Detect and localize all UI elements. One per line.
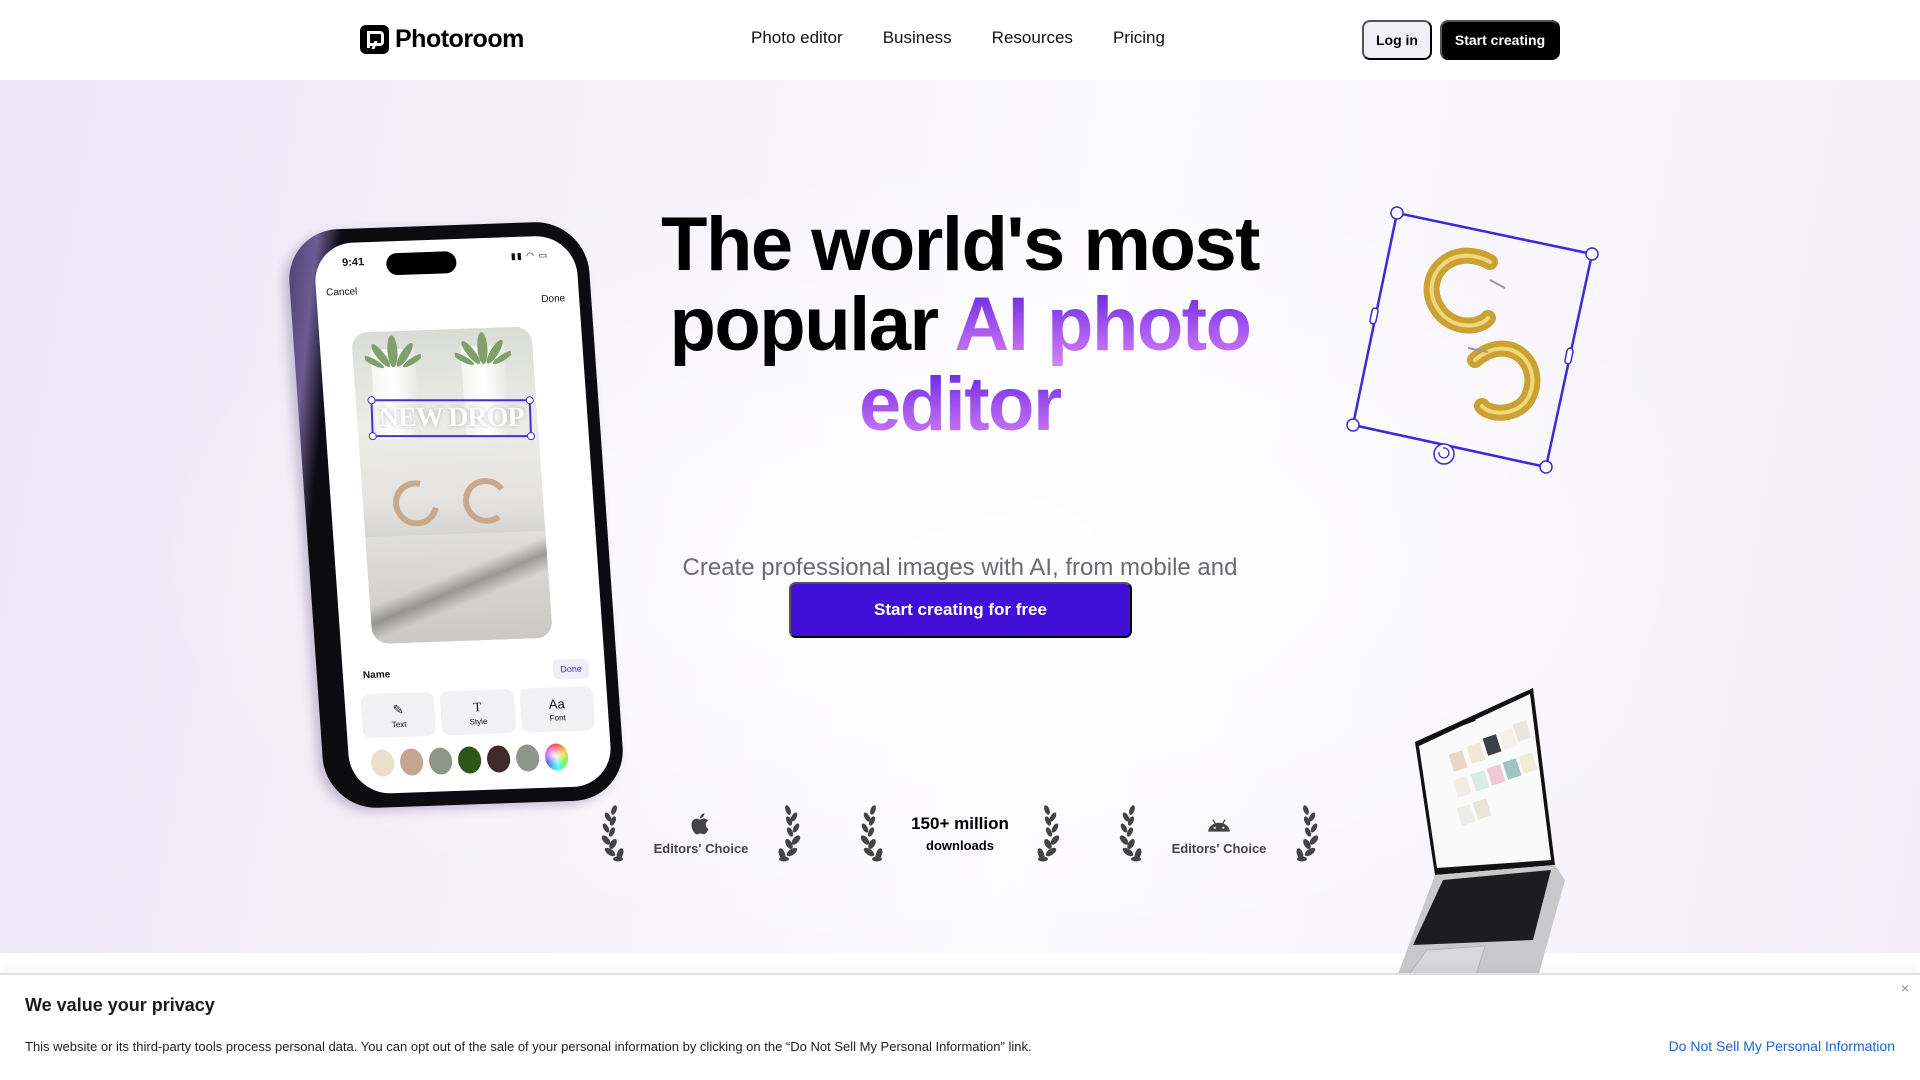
earrings-selection-box <box>1346 206 1599 474</box>
nav-link-resources[interactable]: Resources <box>992 28 1073 48</box>
color-swatch <box>370 749 396 777</box>
apple-editors-choice-badge: Editors' Choice <box>598 798 804 868</box>
start-creating-for-free-button[interactable]: Start creating for free <box>789 582 1132 638</box>
text-style-icon: T <box>472 698 482 714</box>
color-swatch <box>486 745 512 773</box>
privacy-title: We value your privacy <box>25 995 215 1015</box>
selection-corner-handle[interactable] <box>1585 247 1599 261</box>
phone-tool-style: T Style <box>439 689 517 736</box>
font-icon: Aa <box>548 696 566 712</box>
phone-panel-done-button: Done <box>552 658 590 680</box>
laurel-left-icon <box>601 805 624 862</box>
login-button[interactable]: Log in <box>1362 20 1432 60</box>
pencil-icon: ✎ <box>392 701 405 717</box>
resize-handle[interactable] <box>526 432 536 441</box>
downloads-count: 150+ million <box>911 813 1009 833</box>
photoroom-logo[interactable]: Photoroom <box>360 25 524 54</box>
selection-corner-handle[interactable] <box>1390 206 1404 220</box>
headline-accent-ai-photo: AI photo <box>954 282 1252 367</box>
start-creating-button[interactable]: Start creating <box>1440 20 1560 60</box>
android-icon <box>1208 818 1230 832</box>
phone-status-icons: ▮▮ ◠ ▭ <box>510 249 549 262</box>
color-swatch <box>428 747 454 775</box>
earring-image <box>384 471 449 536</box>
succulent-image <box>363 335 424 369</box>
do-not-sell-link[interactable]: Do Not Sell My Personal Information <box>1669 1038 1895 1054</box>
close-icon[interactable]: × <box>1898 981 1912 995</box>
dynamic-island <box>385 251 458 276</box>
text-overlay-new-drop[interactable]: NEW DROP <box>367 396 536 441</box>
laurel-right-icon <box>1296 805 1319 862</box>
hero-headline: The world's most popular AI photo editor <box>560 205 1360 445</box>
headline-accent-editor: editor <box>858 362 1063 447</box>
color-swatch <box>399 748 425 776</box>
gold-earring-image <box>1423 247 1506 334</box>
awards-row: Editors' Choice 150+ million downloads E… <box>598 798 1322 868</box>
color-picker-swatch <box>544 743 570 771</box>
photoroom-logo-icon <box>360 25 389 54</box>
android-editors-choice-badge: Editors' Choice <box>1116 798 1322 868</box>
laurel-left-icon <box>1119 805 1142 862</box>
succulent-image <box>453 332 514 365</box>
overlay-text: NEW DROP <box>378 402 525 434</box>
hero-section: The world's most popular AI photo editor… <box>0 80 1920 995</box>
phone-time: 9:41 <box>341 256 365 269</box>
privacy-banner: We value your privacy This website or it… <box>0 973 1920 1080</box>
phone-cancel: Cancel <box>325 286 358 299</box>
phone-tool-label: Style <box>469 716 488 727</box>
resize-handle[interactable] <box>525 396 534 405</box>
privacy-text: This website or its third-party tools pr… <box>25 1039 1032 1054</box>
phone-tool-text: ✎ Text <box>360 691 437 739</box>
resize-handle[interactable] <box>367 396 376 405</box>
color-swatch <box>515 744 541 772</box>
downloads-badge: 150+ million downloads <box>857 798 1063 868</box>
headline-line-1: The world's most <box>661 202 1260 287</box>
badge-label: Editors' Choice <box>1171 840 1267 856</box>
brand-name: Photoroom <box>395 25 524 53</box>
nav-link-pricing[interactable]: Pricing <box>1113 28 1165 48</box>
nav-link-photo-editor[interactable]: Photo editor <box>751 28 843 48</box>
laptop-mockup <box>1395 688 1565 995</box>
gold-earring-image <box>1467 340 1541 421</box>
phone-tool-row: ✎ Text T Style Aa Font <box>360 686 596 739</box>
phone-panel-label: Name <box>362 669 391 682</box>
phone-color-swatches <box>370 743 570 777</box>
laurel-right-icon <box>778 805 801 862</box>
selection-side-handle[interactable] <box>1369 307 1379 325</box>
color-swatch <box>457 746 483 774</box>
phone-tool-font: Aa Font <box>518 686 596 733</box>
selection-side-handle[interactable] <box>1564 347 1574 365</box>
phone-tool-label: Text <box>391 719 407 729</box>
marble-surface <box>365 530 553 644</box>
nav-links: Photo editor Business Resources Pricing <box>751 28 1165 48</box>
rotate-handle-icon[interactable] <box>1433 443 1455 465</box>
downloads-label: downloads <box>926 837 994 853</box>
laurel-left-icon <box>860 805 883 862</box>
laurel-right-icon <box>1037 805 1060 862</box>
apple-icon <box>691 812 709 834</box>
top-navigation: Photoroom Photo editor Business Resource… <box>0 0 1920 80</box>
phone-photo-preview: NEW DROP <box>351 326 553 644</box>
resize-handle[interactable] <box>368 432 377 441</box>
headline-line-2-plain: popular <box>669 282 955 367</box>
phone-tool-label: Font <box>549 713 567 723</box>
selection-corner-handle[interactable] <box>1539 460 1553 474</box>
earring-image <box>460 475 512 527</box>
nav-link-business[interactable]: Business <box>883 28 952 48</box>
badge-label: Editors' Choice <box>653 840 749 856</box>
